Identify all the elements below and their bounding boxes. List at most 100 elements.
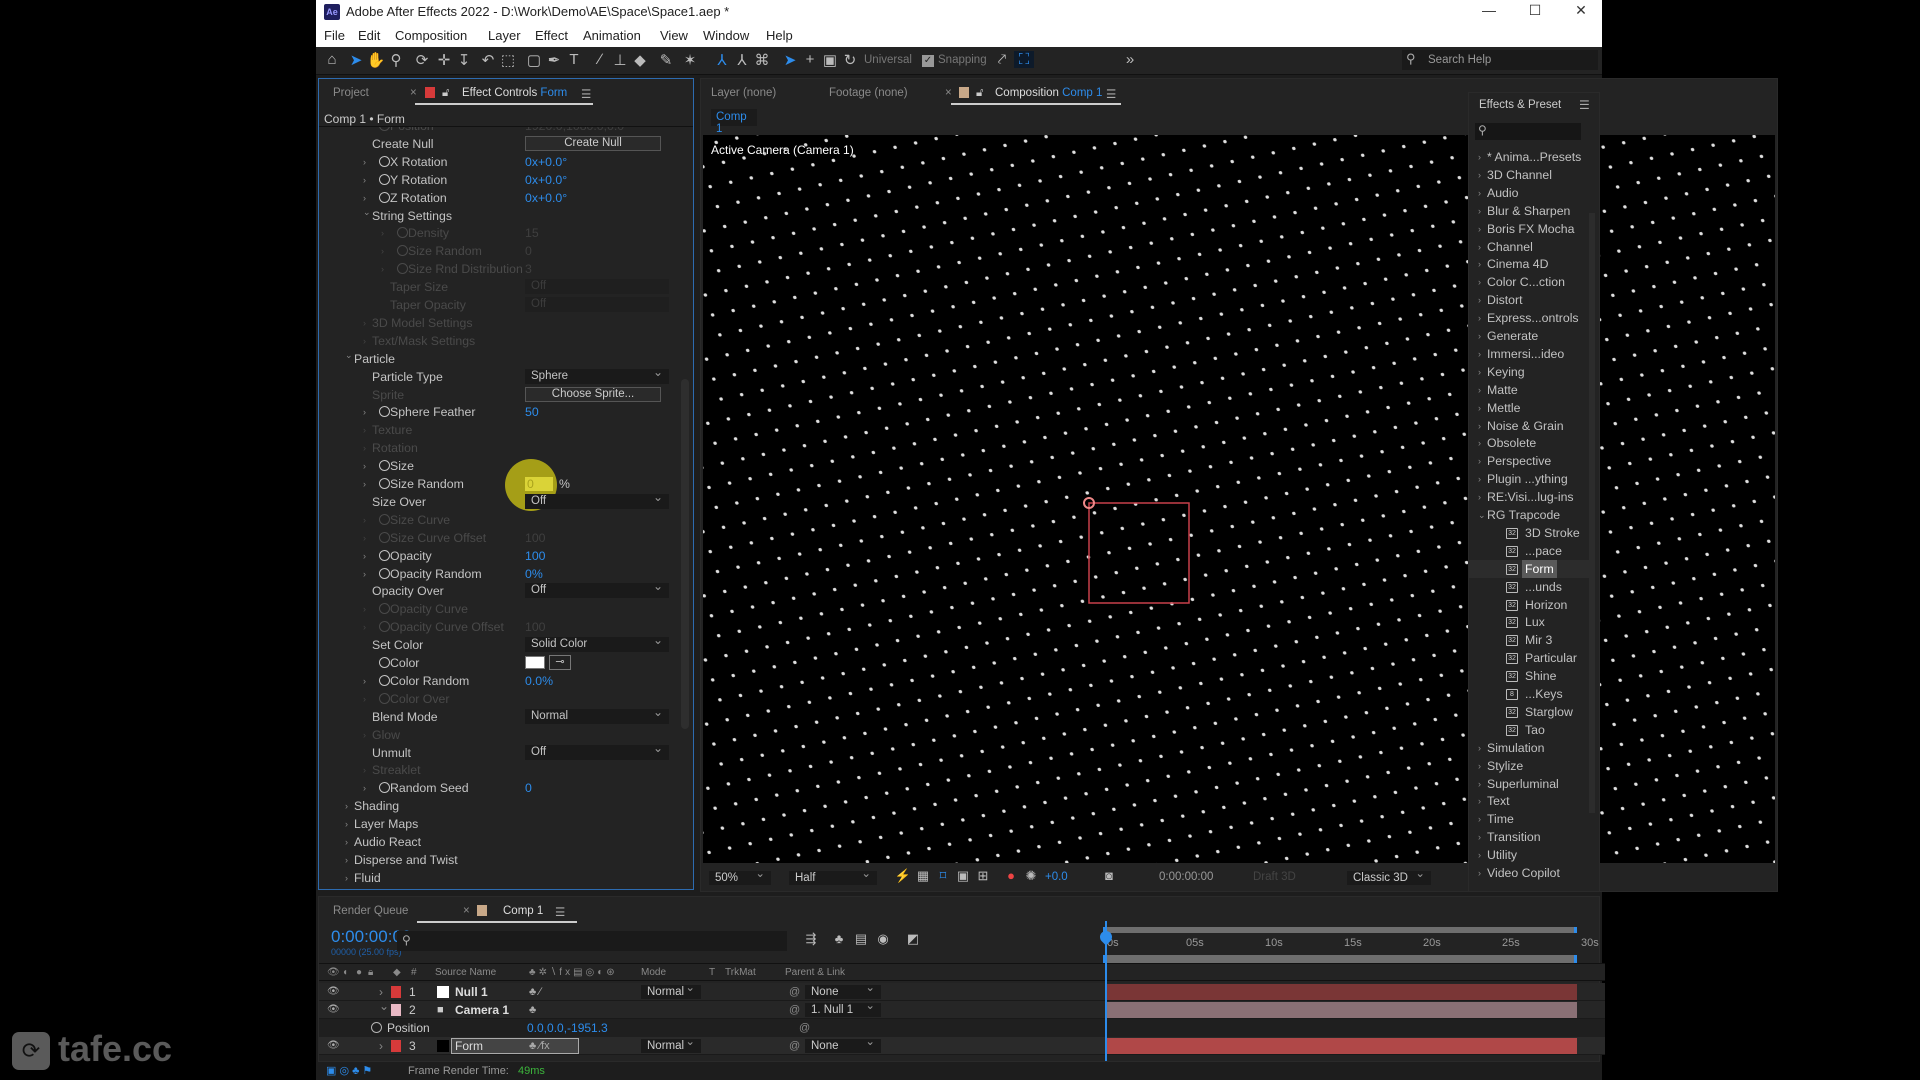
transparency-grid-icon[interactable]: ▦ [913,868,933,884]
stopwatch-icon[interactable] [379,406,390,418]
exposure-reset-icon[interactable]: ✺ [1021,868,1041,884]
panel-menu-icon[interactable]: ☰ [1106,87,1116,101]
property-value[interactable]: 15 [525,224,539,242]
layer-duration-bar[interactable] [1105,984,1577,1000]
tab-comp-1[interactable]: Comp 1 [503,905,543,917]
close-button[interactable]: ✕ [1558,2,1604,22]
workspace-overflow-icon[interactable]: » [1120,51,1140,68]
chevron-right-icon[interactable]: › [1478,381,1481,399]
menu-layer[interactable]: Layer [488,28,521,43]
3d-select-icon[interactable]: ➤ [780,51,800,69]
chevron-right-icon[interactable]: › [1478,739,1481,757]
effect-category[interactable]: › Distort [1469,291,1595,309]
effect-category[interactable]: › Perspective [1469,452,1595,470]
chevron-right-icon[interactable]: › [1478,775,1481,793]
time-ruler[interactable]: 0s 05s 10s 15s 20s 25s 30s [1103,935,1599,955]
3d-rotate-icon[interactable]: ↻ [840,51,860,69]
motion-blur-icon[interactable]: ◉ [873,931,893,947]
effect-category[interactable]: › Generate [1469,327,1595,345]
stopwatch-icon[interactable] [379,460,390,472]
tab-effect-controls[interactable]: Effect Controls Form [462,87,567,99]
chevron-right-icon[interactable]: › [345,797,348,815]
3d-move-icon[interactable]: + [800,51,820,68]
maximize-button[interactable]: ☐ [1512,2,1558,22]
layer-name[interactable]: Form [451,1038,579,1054]
close-tab-icon[interactable]: × [463,905,470,917]
effect-category[interactable]: › Boris FX Mocha [1469,220,1595,238]
effect-controls-scrollbar[interactable] [681,379,689,729]
chevron-right-icon[interactable]: › [345,815,348,833]
parent-dropdown[interactable]: 1. Null 1 [805,999,881,1017]
chevron-right-icon[interactable]: › [363,547,366,565]
effect-item[interactable]: 32 Tao [1469,721,1595,739]
chevron-right-icon[interactable]: › [363,779,366,797]
stopwatch-icon[interactable] [379,513,390,525]
pick-whip-icon[interactable]: @ [789,1001,800,1019]
stopwatch-icon[interactable] [397,245,408,257]
layer-search-input[interactable]: ⚲ [397,931,787,951]
orbit-camera-icon[interactable]: ⟳ [412,51,432,69]
menu-effect[interactable]: Effect [535,28,568,43]
panel-menu-icon[interactable]: ☰ [1579,98,1590,112]
layer-row[interactable]: 👁︎›1Null 1♣ ∕Normal@None [319,981,1605,1001]
video-switch-icon[interactable]: 👁︎ [327,964,340,982]
property-value[interactable]: 50 [525,403,539,421]
solo-icon[interactable]: ● [356,964,362,982]
mask-visibility-icon[interactable]: ⌑ [933,868,953,884]
chevron-down-icon[interactable]: ⌄ [379,997,389,1015]
zoom-tool-icon[interactable]: ⚲ [386,51,406,69]
audio-switch-icon[interactable]: ◖ [342,964,348,982]
graph-editor-icon[interactable]: ◩ [903,931,923,947]
chevron-right-icon[interactable]: › [1478,309,1481,327]
chevron-right-icon[interactable]: › [1478,488,1481,506]
visibility-eye-icon[interactable]: 👁︎ [327,1001,340,1019]
effect-category[interactable]: › Blur & Sharpen [1469,202,1595,220]
effect-category[interactable]: › Superluminal [1469,775,1595,793]
chevron-right-icon[interactable]: › [1478,810,1481,828]
effect-category[interactable]: › Audio [1469,184,1595,202]
chevron-right-icon[interactable]: › [1478,417,1481,435]
chevron-right-icon[interactable]: › [1478,757,1481,775]
parent-dropdown[interactable]: None [805,981,881,999]
tab-footage[interactable]: Footage (none) [829,87,908,99]
property-dropdown[interactable]: Off [525,579,669,599]
dolly-camera-icon[interactable]: ↧ [454,51,474,69]
chevron-right-icon[interactable]: › [1478,148,1481,166]
menu-edit[interactable]: Edit [358,28,380,43]
stopwatch-icon[interactable] [379,191,390,203]
chevron-right-icon[interactable]: › [381,242,384,260]
close-tab-icon[interactable]: × [945,87,952,99]
stopwatch-icon[interactable] [397,263,408,275]
property-dropdown[interactable]: Off [525,279,669,295]
stopwatch-icon[interactable] [379,674,390,686]
parent-dropdown[interactable]: None [805,1035,881,1053]
effects-search-input[interactable]: ⚲ [1475,123,1581,140]
chevron-down-icon[interactable]: ⌄ [363,203,371,221]
effect-item[interactable]: 8 ...Keys [1469,685,1595,703]
effect-category[interactable]: › Immersi...ideo [1469,345,1595,363]
stopwatch-icon[interactable] [379,155,390,167]
chevron-right-icon[interactable]: › [1478,238,1481,256]
tab-layer[interactable]: Layer (none) [711,87,776,99]
chevron-right-icon[interactable]: › [1478,846,1481,864]
property-value[interactable]: 0x+0.0° [525,171,567,189]
property-value[interactable]: 0.0% [525,672,553,690]
chevron-right-icon[interactable]: › [345,869,348,887]
chevron-right-icon[interactable]: › [345,833,348,851]
composition-flowchart-icon[interactable]: ⇶ [801,931,821,947]
stopwatch-icon[interactable] [379,549,390,561]
chevron-right-icon[interactable]: › [381,260,384,278]
grid-guides-icon[interactable]: ⊞ [973,868,993,884]
chevron-right-icon[interactable]: › [363,332,366,350]
chevron-right-icon[interactable]: › [363,314,366,332]
menu-window[interactable]: Window [703,28,749,43]
status-icons[interactable]: ▣ ◎ ♣ ⚑ [326,1064,372,1077]
chevron-right-icon[interactable]: › [1478,828,1481,846]
channel-icon[interactable]: ● [1001,868,1021,883]
effect-item[interactable]: 32 3D Stroke [1469,524,1595,542]
view-axis-icon[interactable]: ⌘ [752,51,772,69]
effect-category[interactable]: › Express...ontrols [1469,309,1595,327]
renderer-dropdown[interactable]: Classic 3D [1347,867,1431,885]
property-value[interactable]: 1920.0,1080.0,0.0 [525,127,624,135]
hand-tool-icon[interactable]: ✋ [366,51,386,69]
